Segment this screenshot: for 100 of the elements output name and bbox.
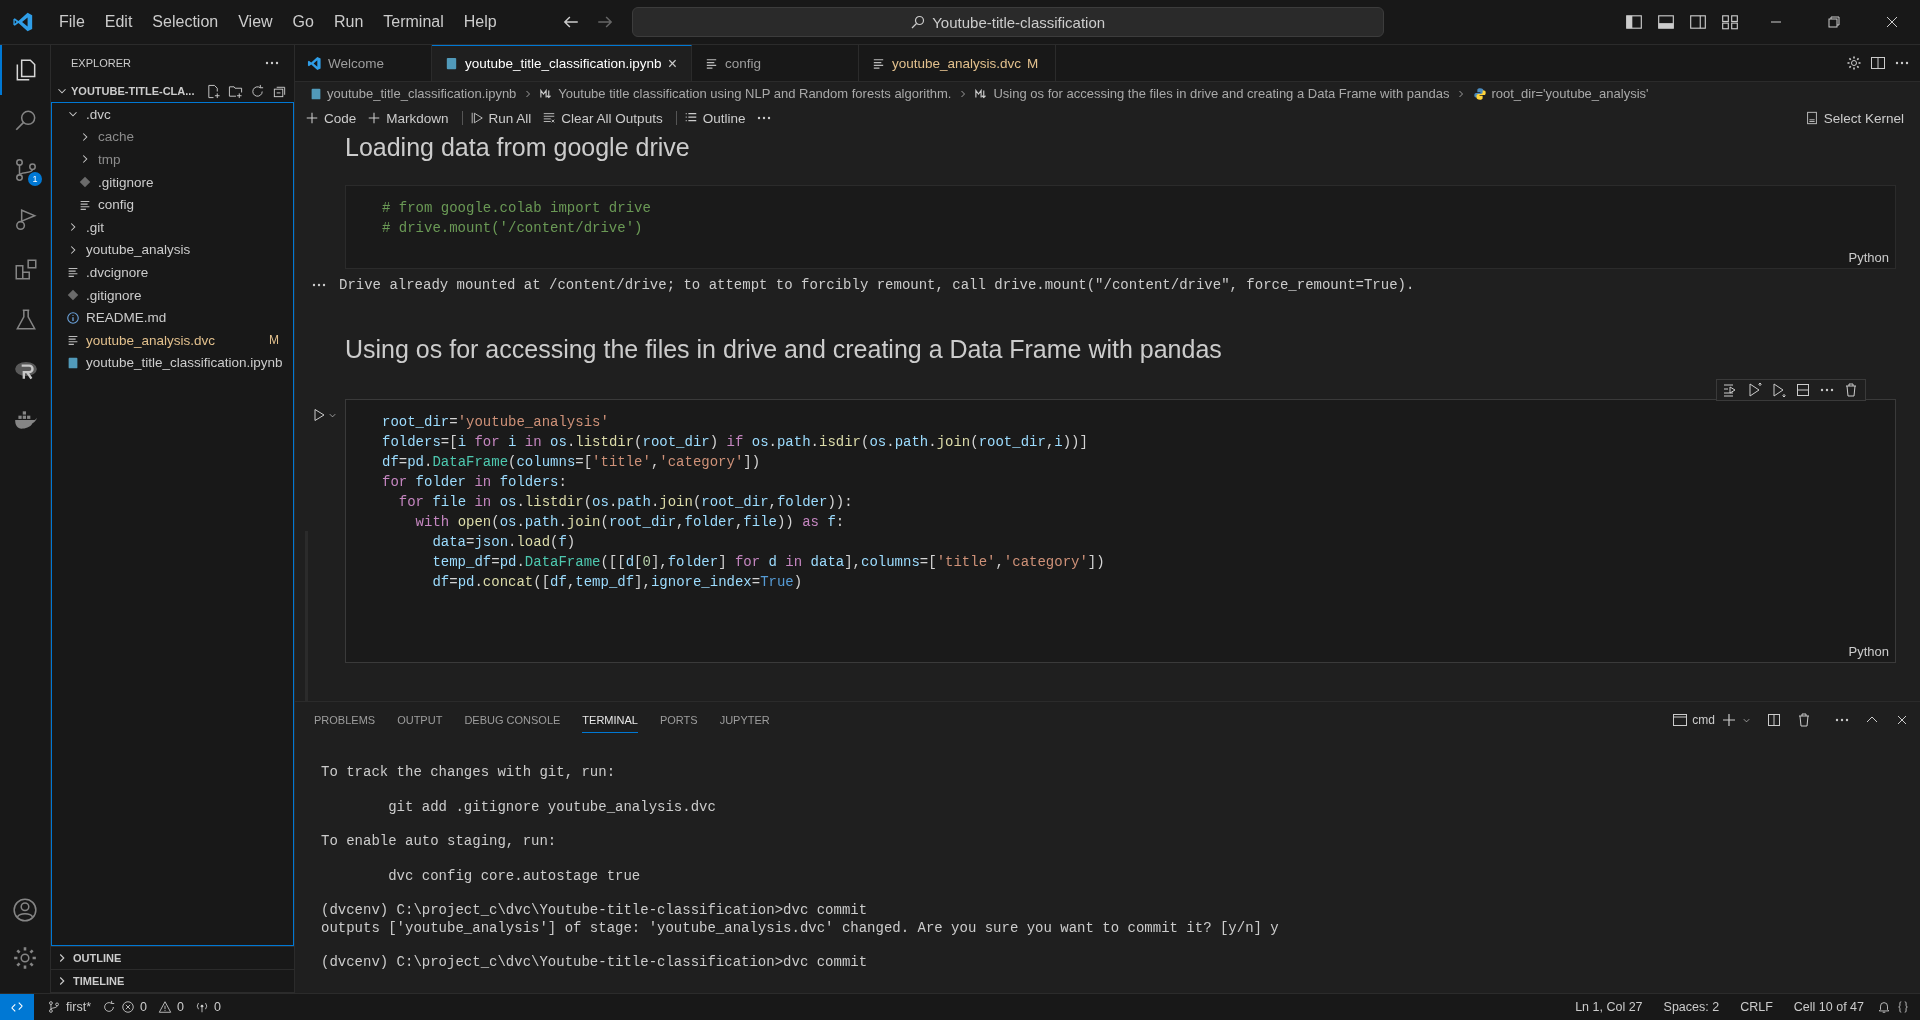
new-folder-icon[interactable] xyxy=(228,83,243,99)
terminal-line: To track the changes with git, run: xyxy=(321,764,617,782)
split-editor-icon[interactable] xyxy=(1870,55,1886,71)
menu-item[interactable]: Edit xyxy=(95,9,142,35)
notebook-toolbar-button[interactable]: Code xyxy=(324,110,357,126)
braces-icon[interactable] xyxy=(1896,1000,1910,1014)
file-tree-item[interactable]: cache xyxy=(98,129,135,145)
run-all-icon[interactable] xyxy=(469,111,484,125)
run-above-icon[interactable] xyxy=(1747,382,1763,398)
markdown-heading: Using os for accessing the files in drive and creating a Data Frame with pandas xyxy=(345,334,1223,365)
file-tree-item[interactable]: youtube_analysis.dvc xyxy=(86,332,216,348)
terminal-shell-button[interactable]: cmd xyxy=(1692,713,1715,727)
account-icon[interactable] xyxy=(12,897,38,923)
code-line: df=pd.DataFrame(columns=['title','category']) xyxy=(382,453,762,472)
file-tree-item[interactable]: youtube_title_classification.ipynb xyxy=(86,355,283,371)
file-tree-item[interactable]: youtube_analysis xyxy=(86,242,191,258)
run-cell-icon[interactable] xyxy=(311,407,327,423)
settings-icon[interactable] xyxy=(12,945,38,971)
plus-icon[interactable] xyxy=(367,111,382,125)
editor-tab[interactable]: youtube_analysis.dvc M xyxy=(858,45,1056,81)
editor-tab[interactable]: youtube_title_classification.ipynb × xyxy=(432,45,692,81)
delete-icon[interactable] xyxy=(1843,382,1859,398)
menu-item[interactable]: File xyxy=(50,9,94,35)
warning-icon[interactable] xyxy=(157,1000,172,1014)
folder-name[interactable]: YOUTUBE-TITLE-CLA... xyxy=(71,85,206,97)
run-below-icon[interactable] xyxy=(1771,382,1787,398)
menu-item[interactable]: Selection xyxy=(143,9,228,35)
breadcrumb[interactable]: root_dir='youtube_analysis' xyxy=(1491,86,1649,101)
error-icon[interactable] xyxy=(121,1000,135,1014)
language-label[interactable]: Python xyxy=(1848,644,1889,659)
close-icon[interactable] xyxy=(1884,14,1900,30)
split-cell-icon[interactable] xyxy=(1795,382,1811,398)
menu-item[interactable]: View xyxy=(229,9,282,35)
delete-icon[interactable] xyxy=(1796,712,1812,728)
plus-icon[interactable] xyxy=(305,111,319,125)
select-kernel-button[interactable]: Select Kernel xyxy=(1823,110,1904,126)
file-tree-item[interactable]: .gitignore xyxy=(86,287,142,303)
code-line: for folder in folders: xyxy=(382,473,568,492)
panel-tab[interactable]: PORTS xyxy=(659,707,698,733)
file-tree-item[interactable]: .dvc xyxy=(86,106,111,122)
settings-icon[interactable] xyxy=(1846,55,1862,71)
tab-label: youtube_title_classification.ipynb xyxy=(465,56,662,71)
refresh-icon[interactable] xyxy=(250,83,265,99)
notebook-toolbar-button[interactable]: Outline xyxy=(702,110,746,126)
file-tree-item[interactable]: README.md xyxy=(86,310,167,326)
status-bar-item[interactable]: Cell 10 of 47 xyxy=(1793,1000,1864,1014)
ports-count[interactable]: 0 xyxy=(213,1000,221,1014)
branch-icon[interactable] xyxy=(47,1000,61,1014)
status-bar-item[interactable]: Spaces: 2 xyxy=(1663,1000,1720,1014)
editor-tab[interactable]: config xyxy=(691,45,859,81)
split-terminal-icon[interactable] xyxy=(1766,712,1782,728)
breadcrumb[interactable]: Using os for accessing the files in drive and creating a Data Frame with pandas xyxy=(993,86,1450,101)
new-terminal-icon[interactable] xyxy=(1721,712,1737,728)
panel-tab[interactable]: JUPYTER xyxy=(719,707,770,733)
secondary-sidebar-icon[interactable] xyxy=(1689,13,1707,31)
notebook-toolbar-button[interactable]: Clear All Outputs xyxy=(561,110,663,126)
sync-icon[interactable] xyxy=(102,1000,116,1014)
panel-tab[interactable]: TERMINAL xyxy=(582,707,638,733)
run-debug-icon[interactable] xyxy=(13,207,39,233)
file-tree-item[interactable]: .git xyxy=(86,219,104,235)
python-icon xyxy=(1473,86,1488,101)
kernel-icon[interactable] xyxy=(1804,111,1819,125)
panel-tab[interactable]: OUTPUT xyxy=(397,707,443,733)
status-bar-item[interactable]: CRLF xyxy=(1740,1000,1773,1014)
menu-item[interactable]: Terminal xyxy=(374,9,453,35)
error-count[interactable]: 0 xyxy=(140,1000,147,1014)
terminal-line: (dvcenv) C:\project_c\dvc\Youtube-title-classification>dvc commit xyxy=(321,902,869,920)
language-label[interactable]: Python xyxy=(1848,250,1889,265)
panel-tab[interactable]: PROBLEMS xyxy=(314,707,376,733)
code-cell[interactable] xyxy=(345,399,1896,663)
menu-item[interactable]: Help xyxy=(454,9,506,35)
file-tree-item[interactable]: tmp xyxy=(98,152,121,167)
search-icon xyxy=(910,14,927,30)
bell-icon[interactable] xyxy=(1877,1000,1891,1014)
branch-name[interactable]: first* xyxy=(66,1000,91,1014)
antenna-icon[interactable] xyxy=(194,1000,209,1014)
new-file-icon[interactable] xyxy=(206,83,221,99)
command-center[interactable]: Youtube-title-classification xyxy=(631,7,1384,37)
file-tree-item[interactable]: config xyxy=(98,197,135,213)
menu-item[interactable]: Go xyxy=(283,9,323,35)
sidebar-toggle-icon[interactable] xyxy=(1625,13,1643,31)
source-control-icon[interactable] xyxy=(13,157,39,183)
terminal-icon[interactable] xyxy=(1672,712,1689,728)
breadcrumb[interactable]: youtube_title_classification.ipynb xyxy=(327,86,517,101)
code-cell[interactable]: # from google.colab import drive # drive.mount('/content/drive') Python xyxy=(345,185,1896,269)
notebook-toolbar-button[interactable]: Markdown xyxy=(386,110,449,126)
file-tree-item[interactable]: .dvcignore xyxy=(86,264,149,280)
close-tab-button[interactable]: × xyxy=(667,54,677,73)
sidebar-section-header[interactable]: OUTLINE xyxy=(51,947,294,970)
status-bar-item[interactable]: Ln 1, Col 27 xyxy=(1575,1000,1643,1014)
layout-icon[interactable] xyxy=(1721,13,1739,31)
panel-tab[interactable]: DEBUG CONSOLE xyxy=(464,707,561,733)
panel-toggle-icon[interactable] xyxy=(1657,13,1675,31)
menu-item[interactable]: Run xyxy=(324,9,373,35)
notebook-toolbar-button[interactable]: Run All xyxy=(488,110,532,126)
warning-count[interactable]: 0 xyxy=(176,1000,184,1014)
breadcrumb[interactable]: Youtube title classification using NLP and Random forests algorithm. xyxy=(558,86,952,101)
restore-icon[interactable] xyxy=(1826,14,1842,30)
file-tree-item[interactable]: .gitignore xyxy=(98,174,154,190)
clear-outputs-icon[interactable] xyxy=(542,111,557,125)
